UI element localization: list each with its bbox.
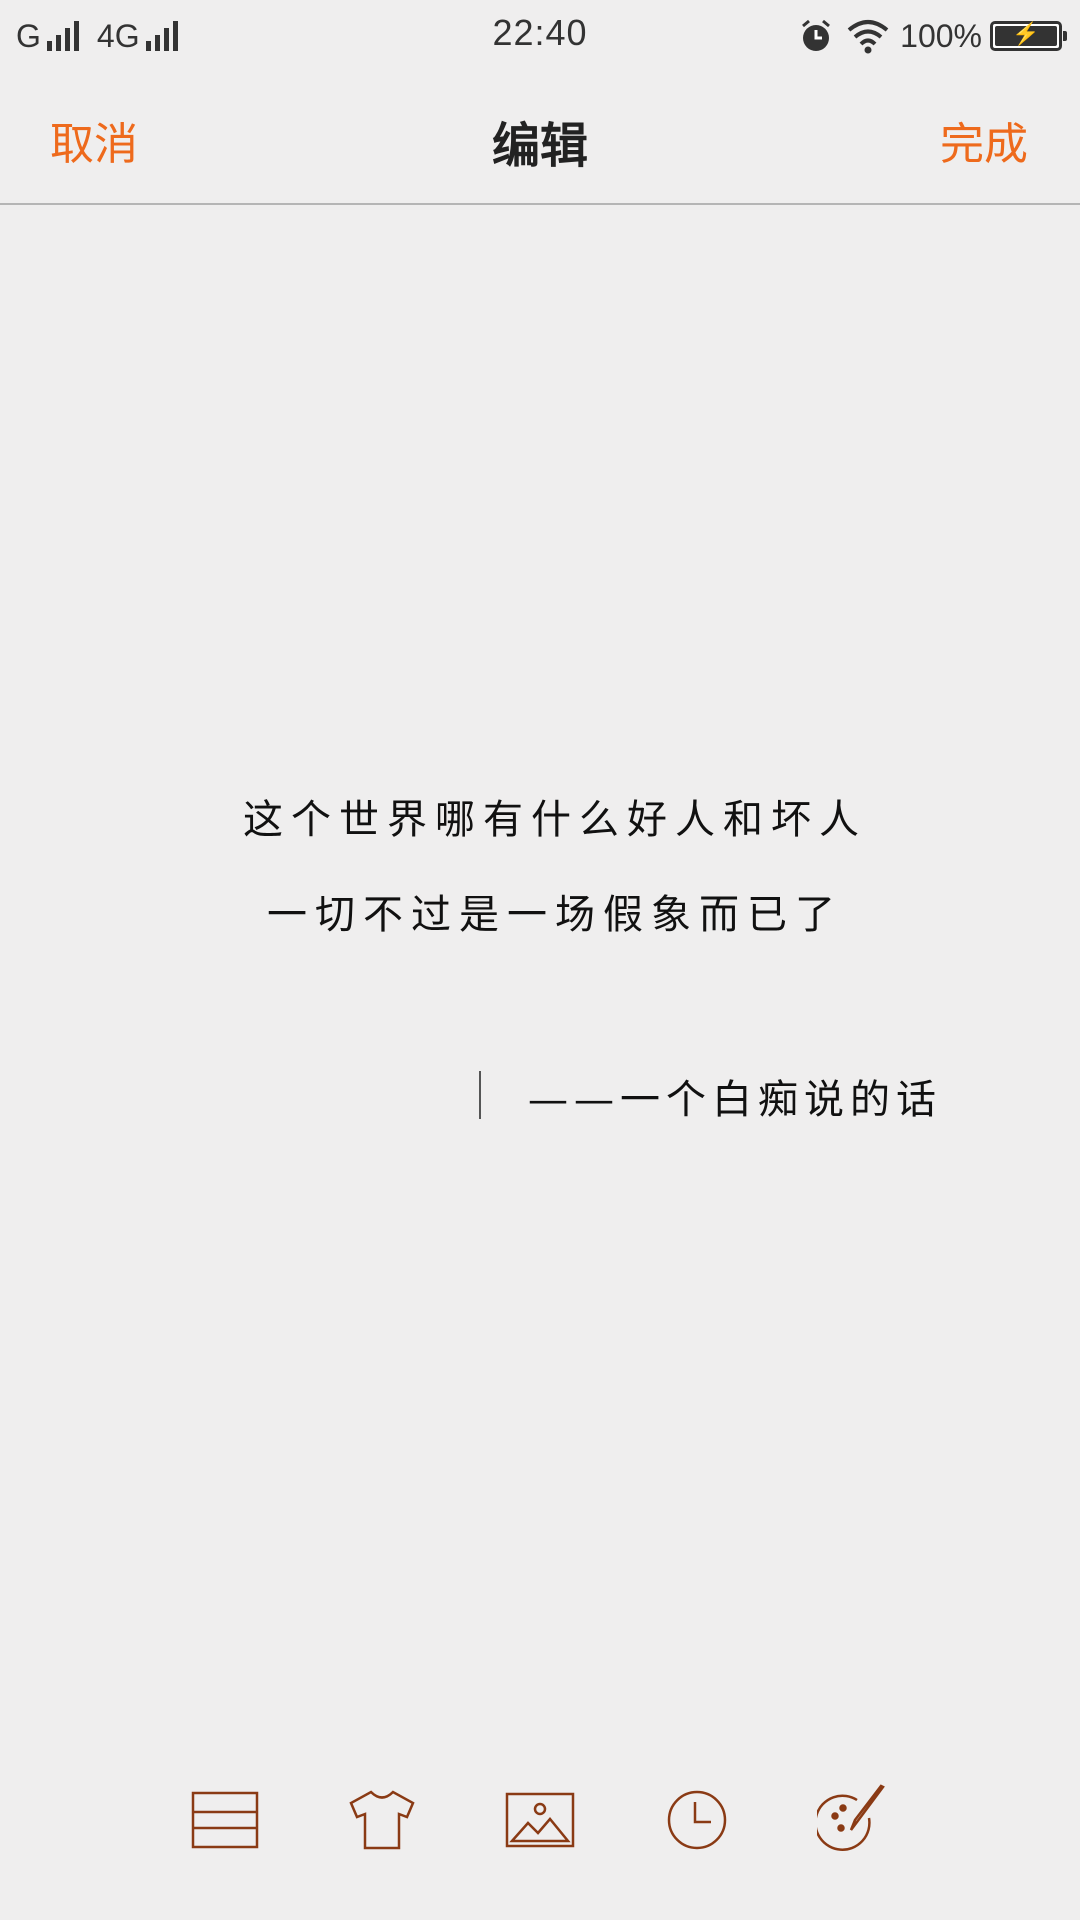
clock-icon[interactable] [657,1780,737,1860]
note-line: 这个世界哪有什么好人和坏人 [243,797,867,843]
note-line: 一切不过是一场假象而已了 [267,892,843,938]
alarm-icon [802,19,831,51]
wifi-icon [847,20,889,54]
image-icon[interactable] [500,1780,580,1860]
note-editor[interactable]: 这个世界哪有什么好人和坏人 一切不过是一场假象而已了 ——一个白痴说的话 [0,207,1080,1707]
note-signature: ——一个白痴说的话 [528,1077,942,1123]
shirt-icon[interactable] [342,1780,422,1860]
status-bar: G 4G 22:40 100% ⚡ [0,0,1080,72]
palette-icon[interactable] [812,1780,892,1860]
status-right: 100% ⚡ [786,14,1067,58]
nav-bar: 取消 编辑 完成 [0,72,1080,205]
page-title: 编辑 [491,118,588,174]
battery-percent: 100% [900,17,982,54]
bottom-toolbar [0,1780,1080,1880]
done-button[interactable]: 完成 [940,108,1028,172]
list-icon[interactable] [185,1780,265,1860]
text-cursor [479,1071,481,1119]
battery-charging-icon: ⚡ [990,21,1067,51]
